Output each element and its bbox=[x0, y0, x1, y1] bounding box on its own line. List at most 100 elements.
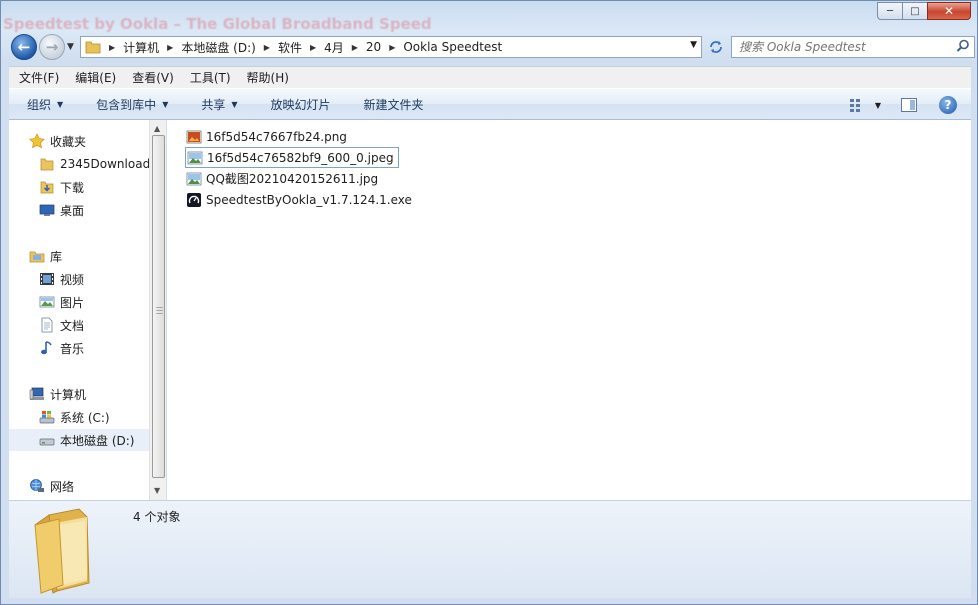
scroll-up-icon[interactable]: ▲ bbox=[154, 124, 160, 133]
maximize-icon[interactable]: □ bbox=[902, 2, 928, 20]
details-pane: 4 个对象 bbox=[9, 500, 971, 598]
chevron-down-icon: ▼ bbox=[162, 99, 169, 109]
sidebar-item-videos[interactable]: 视频 bbox=[39, 268, 149, 290]
item-count: 4 个对象 bbox=[133, 510, 181, 524]
forward-arrow-icon[interactable]: → bbox=[39, 34, 65, 60]
menu-help[interactable]: 帮助(H) bbox=[237, 69, 295, 86]
scroll-grip-icon: — — — bbox=[156, 303, 163, 317]
breadcrumb-april[interactable]: 4月 bbox=[324, 39, 344, 56]
sidebar-label-computer: 计算机 bbox=[50, 387, 87, 402]
breadcrumb-software[interactable]: 软件 bbox=[278, 39, 302, 56]
sidebar-label-documents: 文档 bbox=[60, 318, 85, 333]
sidebar-label-downloads: 下载 bbox=[60, 180, 85, 195]
navigation-bar: ← → ▼ ▶ 计算机 ▶ 本地磁盘 (D:) ▶ 软件 ▶ 4月 ▶ 20 ▶ bbox=[9, 32, 975, 62]
preview-pane-icon[interactable] bbox=[901, 98, 917, 112]
minimize-icon[interactable]: ─ bbox=[877, 2, 903, 20]
menu-file[interactable]: 文件(F) bbox=[9, 69, 65, 86]
large-folder-icon bbox=[29, 505, 119, 595]
sidebar-label-2345downloads: 2345Downloads bbox=[60, 157, 149, 171]
sidebar-label-libraries: 库 bbox=[50, 249, 63, 264]
sidebar-item-pictures[interactable]: 图片 bbox=[39, 291, 149, 313]
music-icon bbox=[39, 340, 55, 356]
navigation-pane: 收藏夹 2345Downloads 下载 桌面 库 视频 图片 文档 音乐 计算… bbox=[9, 120, 149, 500]
search-input[interactable] bbox=[739, 40, 949, 54]
sidebar-label-drive-c: 系统 (C:) bbox=[60, 410, 110, 425]
menu-tools[interactable]: 工具(T) bbox=[180, 69, 237, 86]
explorer-window: Speedtest by Ookla – The Global Broadban… bbox=[0, 0, 978, 605]
sidebar-label-desktop: 桌面 bbox=[60, 203, 85, 218]
sidebar-item-documents[interactable]: 文档 bbox=[39, 314, 149, 336]
downloads-folder-icon bbox=[39, 179, 55, 195]
computer-icon bbox=[29, 386, 45, 402]
document-icon bbox=[39, 317, 55, 333]
file-name: QQ截图20210420152611.jpg bbox=[206, 172, 379, 186]
sidebar-label-network: 网络 bbox=[50, 479, 75, 494]
view-dropdown-icon[interactable]: ▼ bbox=[875, 101, 881, 110]
chevron-down-icon: ▼ bbox=[231, 99, 238, 109]
menu-bar: 文件(F) 编辑(E) 查看(V) 工具(T) 帮助(H) bbox=[9, 66, 971, 88]
chevron-right-icon[interactable]: ▶ bbox=[109, 43, 115, 52]
menu-edit[interactable]: 编辑(E) bbox=[65, 69, 122, 86]
folder-icon bbox=[39, 156, 55, 172]
file-name: SpeedtestByOokla_v1.7.124.1.exe bbox=[206, 192, 412, 207]
command-bar: 组织 ▼ 包含到库中 ▼ 共享 ▼ 放映幻灯片 新建文件夹 ▼ ? bbox=[9, 88, 971, 120]
close-icon[interactable]: ✕ bbox=[927, 2, 971, 20]
address-dropdown-icon[interactable]: ▼ bbox=[690, 40, 697, 50]
sidebar-item-libraries[interactable]: 库 bbox=[29, 245, 149, 267]
file-list: 16f5d54c7667fb24.png 16f5d54c76582bf9_60… bbox=[167, 120, 971, 500]
refresh-icon[interactable] bbox=[705, 36, 727, 58]
chevron-right-icon[interactable]: ▶ bbox=[310, 43, 316, 52]
file-name: 16f5d54c7667fb24.png bbox=[206, 129, 347, 144]
menu-view[interactable]: 查看(V) bbox=[122, 69, 180, 86]
sidebar-item-drive-c[interactable]: 系统 (C:) bbox=[39, 406, 149, 428]
list-item[interactable]: 16f5d54c76582bf9_600_0.jpeg bbox=[185, 147, 399, 168]
slideshow-button[interactable]: 放映幻灯片 bbox=[253, 96, 346, 113]
search-box[interactable] bbox=[731, 36, 975, 58]
address-bar[interactable]: ▶ 计算机 ▶ 本地磁盘 (D:) ▶ 软件 ▶ 4月 ▶ 20 ▶ Ookla… bbox=[80, 36, 702, 58]
sidebar-item-network[interactable]: 网络 bbox=[29, 475, 149, 497]
help-icon[interactable]: ? bbox=[939, 96, 957, 114]
sidebar-item-2345downloads[interactable]: 2345Downloads bbox=[39, 153, 149, 175]
share-label: 共享 bbox=[201, 97, 226, 112]
list-item[interactable]: QQ截图20210420152611.jpg bbox=[185, 168, 382, 189]
include-in-library-button[interactable]: 包含到库中 ▼ bbox=[78, 96, 183, 113]
back-arrow-icon[interactable]: ← bbox=[11, 34, 37, 60]
chevron-right-icon[interactable]: ▶ bbox=[264, 43, 270, 52]
chevron-right-icon[interactable]: ▶ bbox=[167, 43, 173, 52]
scrollbar-thumb[interactable]: — — — bbox=[152, 135, 165, 478]
sidebar-label-music: 音乐 bbox=[60, 341, 85, 356]
chevron-right-icon[interactable]: ▶ bbox=[389, 43, 395, 52]
sidebar-item-favorites[interactable]: 收藏夹 bbox=[29, 130, 149, 152]
sidebar-label-pictures: 图片 bbox=[60, 295, 85, 310]
include-library-label: 包含到库中 bbox=[96, 97, 157, 112]
chevron-right-icon[interactable]: ▶ bbox=[352, 43, 358, 52]
view-options-icon[interactable] bbox=[849, 98, 865, 112]
system-drive-icon bbox=[39, 409, 55, 425]
folder-icon bbox=[85, 40, 101, 54]
sidebar-item-downloads[interactable]: 下载 bbox=[39, 176, 149, 198]
breadcrumb-20[interactable]: 20 bbox=[366, 40, 381, 54]
organize-button[interactable]: 组织 ▼ bbox=[9, 96, 78, 113]
navigation-scrollbar[interactable]: ▲ — — — ▼ bbox=[149, 120, 166, 500]
sidebar-item-music[interactable]: 音乐 bbox=[39, 337, 149, 359]
sidebar-item-drive-d[interactable]: 本地磁盘 (D:) bbox=[9, 429, 149, 451]
desktop-icon bbox=[39, 202, 55, 218]
breadcrumb: ▶ 计算机 ▶ 本地磁盘 (D:) ▶ 软件 ▶ 4月 ▶ 20 ▶ Ookla… bbox=[101, 39, 502, 56]
search-icon[interactable] bbox=[956, 39, 970, 56]
sidebar-item-desktop[interactable]: 桌面 bbox=[39, 199, 149, 221]
recent-pages-dropdown-icon[interactable]: ▼ bbox=[67, 42, 74, 52]
library-icon bbox=[29, 248, 45, 264]
list-item[interactable]: SpeedtestByOokla_v1.7.124.1.exe bbox=[185, 189, 416, 210]
sidebar-label-videos: 视频 bbox=[60, 272, 85, 287]
jpeg-image-icon bbox=[187, 150, 203, 166]
new-folder-button[interactable]: 新建文件夹 bbox=[346, 96, 439, 113]
share-button[interactable]: 共享 ▼ bbox=[183, 96, 252, 113]
jpg-image-icon bbox=[186, 171, 202, 187]
breadcrumb-drive-d[interactable]: 本地磁盘 (D:) bbox=[181, 39, 255, 56]
scroll-down-icon[interactable]: ▼ bbox=[154, 486, 160, 495]
speedtest-app-icon bbox=[186, 192, 202, 208]
sidebar-item-computer[interactable]: 计算机 bbox=[29, 383, 149, 405]
breadcrumb-computer[interactable]: 计算机 bbox=[123, 39, 159, 56]
breadcrumb-current[interactable]: Ookla Speedtest bbox=[403, 40, 502, 54]
list-item[interactable]: 16f5d54c7667fb24.png bbox=[185, 126, 351, 147]
